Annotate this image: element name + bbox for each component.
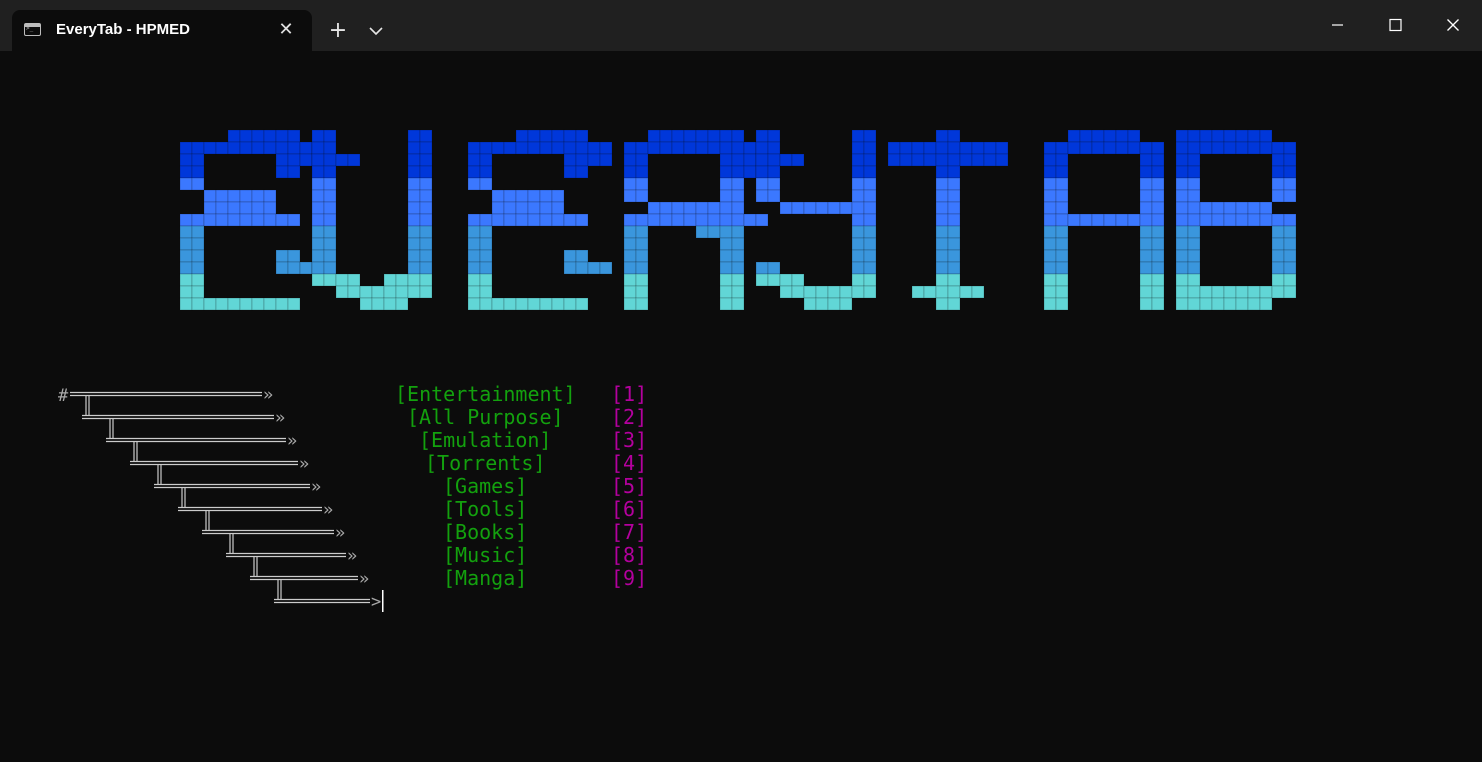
menu-item-label: [Torrents]: [425, 451, 546, 475]
menu-item-label: [Tools]: [443, 497, 528, 521]
menu-item-key: [3]: [611, 428, 648, 452]
menu-item-label: [Games]: [443, 474, 528, 498]
tree-lines: »»»»»»»»»>: [70, 385, 381, 612]
tree-arrow-glyph: »: [299, 454, 309, 474]
tree-root-glyph: #: [58, 386, 69, 406]
menu-item-key: [1]: [611, 382, 648, 406]
text-cursor: [382, 590, 384, 612]
menu-item-label: [Music]: [443, 543, 528, 567]
tree-arrow-glyph: »: [311, 477, 321, 497]
tree-arrow-glyph: »: [347, 546, 357, 566]
menu-item-label: [Entertainment]: [395, 382, 576, 406]
tree-arrow-glyph: »: [263, 385, 273, 405]
menu-item-label: [Emulation]: [419, 428, 552, 452]
tree-branch-art: # »»»»»»»»»>: [58, 385, 384, 612]
menu-item-label: [Books]: [443, 520, 528, 544]
menu-item-key: [7]: [611, 520, 648, 544]
tree-arrow-glyph: >: [371, 592, 381, 612]
menu-item-key: [4]: [611, 451, 648, 475]
tree-arrow-glyph: »: [287, 431, 297, 451]
menu-item-label: [Manga]: [443, 566, 528, 590]
tree-arrow-glyph: »: [335, 523, 345, 543]
tree-arrow-glyph: »: [359, 569, 369, 589]
menu-item-label: [All Purpose]: [407, 405, 564, 429]
tree-arrow-glyph: »: [275, 408, 285, 428]
menu-item-key: [9]: [611, 566, 648, 590]
menu-item-key: [2]: [611, 405, 648, 429]
menu-item-key: [5]: [611, 474, 648, 498]
tree-arrow-glyph: »: [323, 500, 333, 520]
menu-item-key: [8]: [611, 543, 648, 567]
menu-item-key: [6]: [611, 497, 648, 521]
